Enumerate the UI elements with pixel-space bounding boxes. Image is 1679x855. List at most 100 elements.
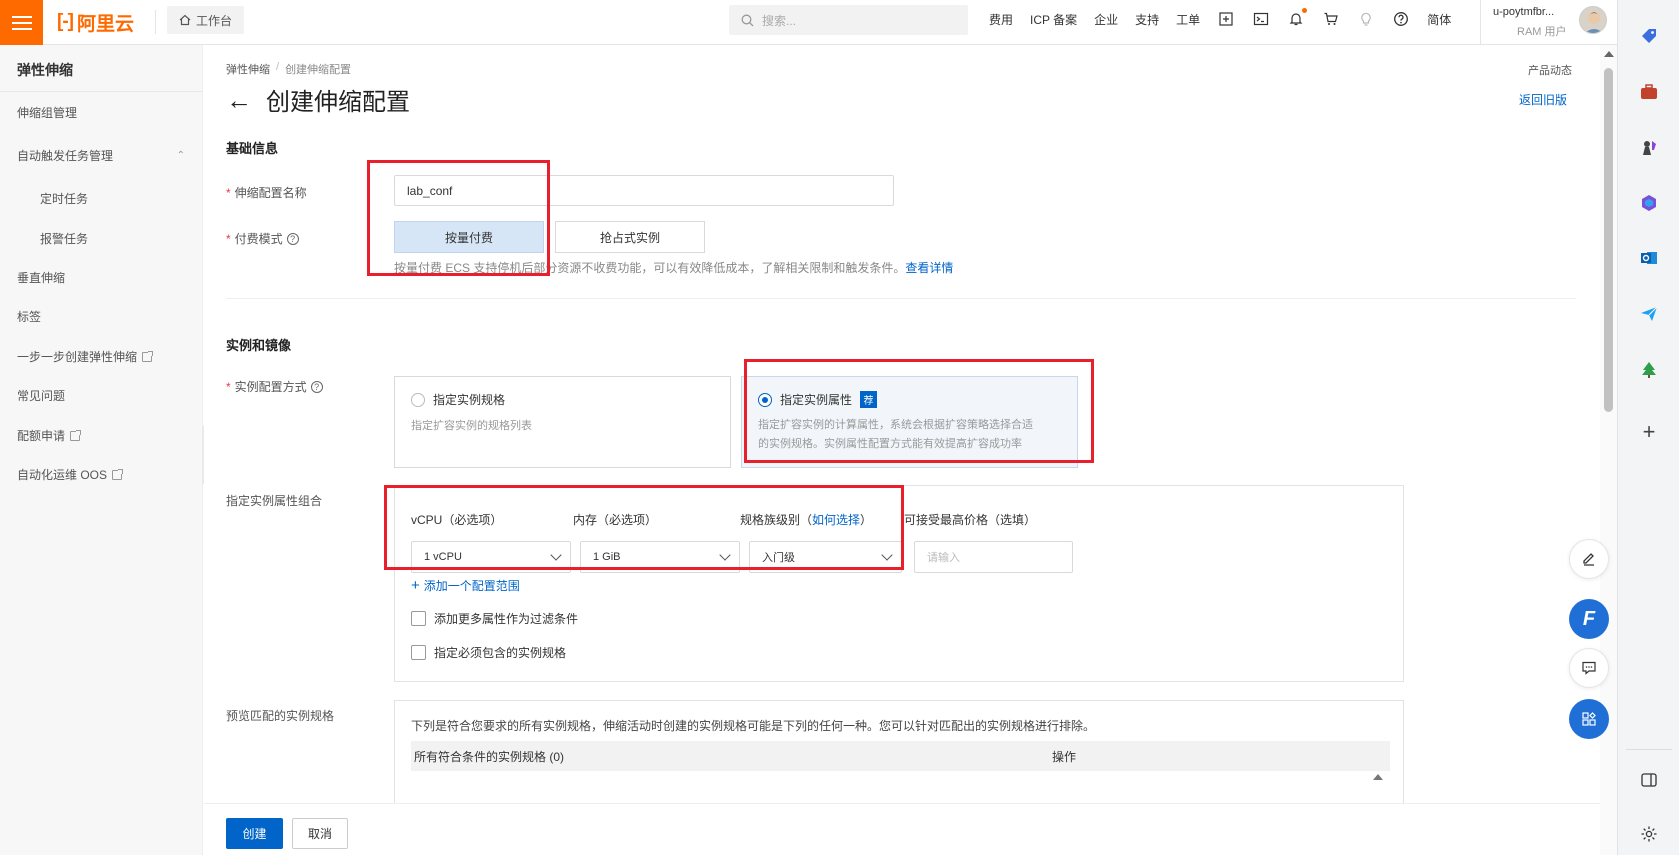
link-ticket[interactable]: 工单 bbox=[1176, 11, 1200, 28]
config-name-input[interactable]: lab_conf bbox=[394, 175, 894, 206]
sidebar-item-label: 自动化运维 OOS bbox=[17, 468, 108, 482]
sidebar-item-scheduled-tasks[interactable]: 定时任务 bbox=[40, 190, 88, 207]
user-menu[interactable]: u-poytmfbr... RAM 用户 bbox=[1480, 0, 1567, 45]
family-label-text: 规格族级别（ bbox=[740, 513, 813, 527]
outlook-icon[interactable] bbox=[1637, 246, 1661, 270]
cart-icon[interactable] bbox=[1322, 10, 1340, 28]
browser-side-rail: + bbox=[1617, 0, 1679, 855]
add-icon[interactable]: + bbox=[1637, 419, 1661, 444]
logo-text: 阿里云 bbox=[76, 13, 134, 35]
aliyun-logo[interactable]: [-] 阿里云 bbox=[57, 10, 134, 35]
sidebar-item-label: 伸缩组管理 bbox=[17, 106, 78, 120]
scrollbar-thumb[interactable] bbox=[1604, 68, 1613, 412]
sidebar-item-vertical-scaling[interactable]: 垂直伸缩 bbox=[17, 269, 65, 286]
radio-selected[interactable] bbox=[758, 392, 772, 407]
sidebar-item-oos[interactable]: 自动化运维 OOS bbox=[17, 466, 124, 483]
how-to-choose-link[interactable]: 如何选择 bbox=[812, 513, 860, 527]
page-title-row: ← 创建伸缩配置 bbox=[226, 82, 410, 117]
send-icon[interactable] bbox=[1637, 302, 1661, 326]
language-switch[interactable]: 简体 bbox=[1427, 11, 1451, 28]
preview-note: 下列是符合您要求的所有实例规格，伸缩活动时创建的实例规格可能是下列的任何一种。您… bbox=[411, 719, 1096, 733]
family-level-label: 规格族级别（如何选择） bbox=[740, 511, 872, 528]
memory-select[interactable]: 1 GiB bbox=[580, 541, 740, 573]
bell-icon[interactable] bbox=[1287, 8, 1308, 28]
pay-option-pay-as-you-go[interactable]: 按量付费 bbox=[394, 221, 544, 253]
chess-icon[interactable] bbox=[1637, 136, 1661, 160]
lightbulb-icon[interactable] bbox=[1357, 10, 1375, 28]
config-name-value: lab_conf bbox=[407, 183, 453, 198]
sidebar-item-scaling-groups[interactable]: 伸缩组管理 bbox=[17, 104, 77, 121]
divider bbox=[0, 91, 203, 92]
cancel-button[interactable]: 取消 bbox=[292, 818, 348, 849]
external-link-icon bbox=[112, 468, 124, 480]
back-arrow-icon[interactable]: ← bbox=[226, 87, 252, 113]
help-icon[interactable]: ? bbox=[310, 380, 323, 393]
link-icp[interactable]: ICP 备案 bbox=[1030, 11, 1077, 28]
checkbox[interactable] bbox=[411, 645, 426, 660]
config-name-label: * 伸缩配置名称 bbox=[226, 184, 307, 201]
max-price-input[interactable]: 请输入 bbox=[914, 541, 1073, 573]
recommended-badge: 荐 bbox=[860, 391, 878, 408]
must-include-checkbox-row[interactable]: 指定必须包含的实例规格 bbox=[411, 644, 566, 661]
required-mark: * bbox=[226, 231, 231, 246]
divider bbox=[1626, 749, 1672, 750]
avatar[interactable] bbox=[1579, 6, 1607, 34]
create-button[interactable]: 创建 bbox=[226, 818, 283, 849]
copilot-icon[interactable] bbox=[1637, 191, 1661, 215]
scroll-up-icon[interactable] bbox=[1373, 774, 1383, 780]
tag-icon[interactable] bbox=[1637, 24, 1661, 48]
link-support[interactable]: 支持 bbox=[1135, 11, 1159, 28]
edit-feedback-icon[interactable] bbox=[1569, 539, 1609, 579]
chevron-up-icon: ⌃ bbox=[176, 150, 185, 161]
sidebar-item-faq[interactable]: 常见问题 bbox=[17, 387, 65, 404]
workbench-button[interactable]: 工作台 bbox=[167, 6, 245, 34]
external-link-icon bbox=[142, 350, 154, 362]
sidebar-item-tags[interactable]: 标签 bbox=[17, 308, 41, 325]
checkbox[interactable] bbox=[411, 611, 426, 626]
view-details-link[interactable]: 查看详情 bbox=[905, 261, 953, 275]
search-input[interactable]: 搜索... bbox=[729, 5, 968, 35]
sidebar-item-label: 标签 bbox=[17, 310, 42, 324]
form-footer: 创建 取消 bbox=[204, 803, 1602, 855]
assistant-icon[interactable]: F bbox=[1569, 599, 1609, 639]
return-old-version-link[interactable]: 返回旧版 bbox=[1519, 91, 1567, 108]
scroll-up-arrow-icon[interactable] bbox=[1604, 51, 1614, 57]
sidebar-toggle-icon[interactable] bbox=[1637, 768, 1661, 792]
product-news-link[interactable]: 产品动态 bbox=[1528, 62, 1572, 78]
apps-grid-icon[interactable] bbox=[1569, 699, 1609, 739]
sidebar-item-step-by-step[interactable]: 一步一步创建弹性伸缩 bbox=[17, 348, 154, 365]
hamburger-menu-icon[interactable] bbox=[0, 0, 43, 45]
sidebar-item-label: 一步一步创建弹性伸缩 bbox=[17, 350, 138, 364]
terminal-icon[interactable] bbox=[1252, 10, 1270, 28]
preview-table-header: 所有符合条件的实例规格 (0) 操作 bbox=[411, 741, 1390, 771]
sidebar-item-quota[interactable]: 配额申请 bbox=[17, 427, 82, 444]
chevron-down-icon bbox=[719, 549, 731, 561]
briefcase-icon[interactable] bbox=[1637, 80, 1661, 104]
sidebar-item-auto-tasks[interactable]: 自动触发任务管理 ⌃ bbox=[17, 147, 185, 164]
help-icon[interactable] bbox=[1392, 10, 1410, 28]
family-level-select[interactable]: 入门级 bbox=[749, 541, 902, 573]
breadcrumb-root[interactable]: 弹性伸缩 bbox=[226, 61, 270, 77]
option-specify-instance-type[interactable]: 指定实例规格 指定扩容实例的规格列表 bbox=[394, 376, 731, 468]
link-enterprise[interactable]: 企业 bbox=[1094, 11, 1118, 28]
search-icon bbox=[741, 14, 754, 26]
chat-icon[interactable] bbox=[1569, 648, 1609, 688]
settings-gear-icon[interactable] bbox=[1637, 822, 1661, 846]
add-range-button[interactable]: + 添加一个配置范围 bbox=[411, 577, 520, 594]
more-filters-checkbox-row[interactable]: 添加更多属性作为过滤条件 bbox=[411, 610, 578, 627]
divider bbox=[155, 10, 156, 34]
table-header-instance-types: 所有符合条件的实例规格 (0) bbox=[414, 749, 565, 764]
max-price-label: 可接受最高价格（选填） bbox=[904, 513, 1037, 527]
option-desc: 指定扩容实例的计算属性，系统会根据扩容策略选择合适 的实例规格。实例属性配置方式… bbox=[758, 416, 1061, 454]
radio-unselected[interactable] bbox=[411, 392, 425, 407]
sidebar-item-alarm-tasks[interactable]: 报警任务 bbox=[40, 230, 88, 247]
tree-icon[interactable] bbox=[1637, 358, 1661, 382]
vcpu-select[interactable]: 1 vCPU bbox=[411, 541, 571, 573]
api-icon[interactable] bbox=[1217, 10, 1235, 28]
option-specify-instance-attributes[interactable]: 指定实例属性荐 指定扩容实例的计算属性，系统会根据扩容策略选择合适 的实例规格。… bbox=[741, 376, 1078, 468]
option-desc-line: 指定扩容实例的计算属性，系统会根据扩容策略选择合适 bbox=[758, 419, 1033, 431]
pay-option-spot-instance[interactable]: 抢占式实例 bbox=[555, 221, 705, 253]
help-icon[interactable]: ? bbox=[286, 232, 299, 245]
checkbox-label: 添加更多属性作为过滤条件 bbox=[434, 612, 579, 626]
link-fees[interactable]: 费用 bbox=[989, 11, 1013, 28]
